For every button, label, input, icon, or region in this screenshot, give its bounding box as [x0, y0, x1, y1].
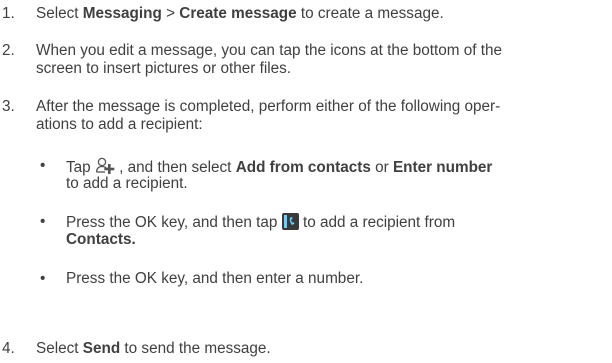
- bullet-dot: •: [40, 213, 46, 230]
- step-text-line: screen to insert pictures or other files…: [36, 60, 292, 77]
- step-text-line: When you edit a message, you can tap the…: [36, 42, 502, 59]
- send-label: Send: [82, 340, 121, 357]
- create-message-label: Create message: [179, 5, 297, 22]
- step-text-line: After the message is completed, perform …: [36, 98, 501, 115]
- bullet-text-line: to add a recipient.: [66, 175, 188, 192]
- bullet-dot: •: [40, 157, 46, 174]
- step-text: Select Send to send the message.: [36, 340, 271, 357]
- step-text: Select Messaging > Create message to cre…: [36, 5, 444, 22]
- step-text-line: ations to add a recipient:: [36, 116, 203, 133]
- step-number: 3.: [2, 98, 15, 115]
- enter-number-label: Enter number: [392, 159, 493, 176]
- step-number: 4.: [2, 340, 15, 357]
- bullet-text-line: Contacts.: [66, 231, 136, 249]
- contacts-label: Contacts.: [66, 231, 136, 248]
- messaging-label: Messaging: [82, 5, 162, 22]
- bullet-text-line: Press the OK key, and then enter a numbe…: [66, 270, 364, 287]
- step-number: 2.: [2, 42, 15, 59]
- add-from-contacts-label: Add from contacts: [235, 159, 371, 176]
- step-number: 1.: [2, 5, 15, 22]
- contacts-phone-icon: [281, 213, 299, 235]
- bullet-dot: •: [40, 270, 46, 287]
